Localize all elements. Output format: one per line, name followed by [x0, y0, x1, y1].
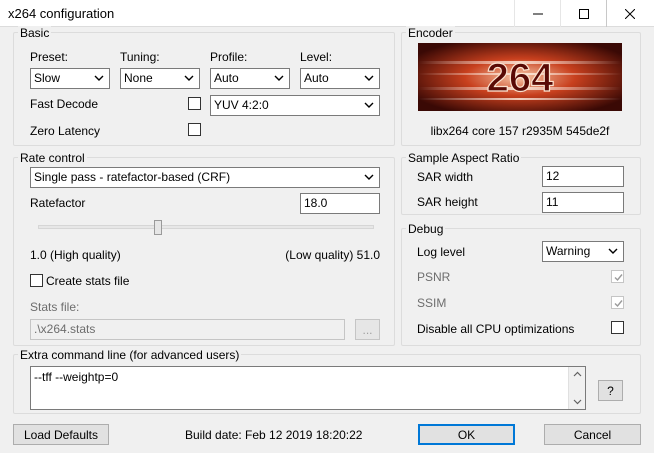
colorspace-value: YUV 4:2:0 — [214, 98, 269, 112]
zero-latency-checkbox[interactable] — [188, 123, 201, 136]
ssim-label: SSIM — [417, 296, 447, 310]
fast-decode-label: Fast Decode — [30, 97, 99, 111]
extra-cmdline-value: --tff --weightp=0 — [34, 370, 119, 384]
psnr-label: PSNR — [417, 270, 451, 284]
stats-file-label: Stats file: — [30, 300, 80, 314]
profile-label: Profile: — [210, 50, 248, 64]
chevron-down-icon — [364, 75, 374, 81]
disable-cpu-label: Disable all CPU optimizations — [417, 322, 575, 336]
build-date: Build date: Feb 12 2019 18:20:22 — [185, 428, 363, 442]
psnr-checkbox[interactable] — [611, 270, 624, 283]
log-level-value: Warning — [546, 244, 591, 258]
tuning-label: Tuning: — [120, 50, 160, 64]
ratefactor-min-label: 1.0 (High quality) — [30, 248, 121, 262]
debug-group-title: Debug — [406, 222, 446, 236]
rate-mode-select[interactable]: Single pass - ratefactor-based (CRF) — [30, 167, 380, 188]
close-button[interactable] — [606, 0, 652, 27]
chevron-down-icon — [184, 75, 194, 81]
chevron-down-icon — [364, 102, 374, 108]
close-icon — [624, 8, 635, 19]
profile-select[interactable]: Auto — [210, 68, 290, 89]
sar-group-title: Sample Aspect Ratio — [406, 151, 522, 165]
help-button[interactable]: ? — [598, 380, 623, 401]
window-title: x264 configuration — [8, 6, 115, 21]
encoder-version: libx264 core 157 r2935M 545de2f — [430, 124, 610, 138]
ratefactor-label: Ratefactor — [30, 196, 86, 210]
extra-cmdline-group-title: Extra command line (for advanced users) — [18, 348, 242, 362]
log-level-label: Log level — [417, 245, 466, 259]
minimize-button[interactable] — [514, 0, 560, 27]
chevron-down-icon — [94, 75, 104, 81]
fast-decode-checkbox[interactable] — [188, 97, 201, 110]
level-label: Level: — [300, 50, 333, 64]
maximize-button[interactable] — [560, 0, 606, 27]
title-bar: x264 configuration — [0, 0, 654, 27]
preset-label: Preset: — [30, 50, 69, 64]
level-select[interactable]: Auto — [300, 68, 380, 89]
x264-logo: 264 — [418, 43, 622, 111]
slider-track — [38, 225, 374, 229]
chevron-down-icon — [364, 174, 374, 180]
zero-latency-label: Zero Latency — [30, 124, 101, 138]
sar-height-label: SAR height — [417, 195, 478, 209]
tuning-select[interactable]: None — [120, 68, 200, 89]
level-value: Auto — [304, 71, 329, 85]
scroll-up-icon[interactable] — [573, 371, 582, 377]
rate-control-group-title: Rate control — [18, 151, 87, 165]
logo-text: 264 — [487, 56, 554, 100]
ratefactor-slider[interactable] — [38, 220, 374, 236]
scroll-down-icon[interactable] — [573, 399, 582, 405]
load-defaults-button[interactable]: Load Defaults — [13, 424, 109, 445]
slider-thumb[interactable] — [154, 220, 162, 235]
sar-height-input[interactable]: 11 — [542, 192, 624, 213]
preset-value: Slow — [34, 71, 61, 85]
extra-cmdline-textarea[interactable]: --tff --weightp=0 — [30, 366, 586, 410]
maximize-icon — [578, 8, 589, 19]
chevron-down-icon — [608, 248, 618, 254]
preset-select[interactable]: Slow — [30, 68, 110, 89]
sar-width-label: SAR width — [417, 170, 474, 184]
profile-value: Auto — [214, 71, 239, 85]
colorspace-select[interactable]: YUV 4:2:0 — [210, 95, 380, 116]
chevron-down-icon — [274, 75, 284, 81]
ratefactor-max-label: (Low quality) 51.0 — [285, 248, 380, 262]
create-stats-label[interactable]: Create stats file — [46, 274, 129, 288]
cancel-button[interactable]: Cancel — [544, 424, 641, 445]
log-level-select[interactable]: Warning — [542, 241, 624, 262]
x264-logo-image: 264 — [418, 43, 622, 111]
encoder-group-title: Encoder — [406, 26, 455, 40]
textarea-scrollbar[interactable] — [568, 367, 585, 409]
ssim-checkbox[interactable] — [611, 296, 624, 309]
basic-group-title: Basic — [18, 26, 52, 40]
browse-button[interactable]: ... — [355, 319, 380, 340]
tuning-value: None — [124, 71, 153, 85]
minimize-icon — [532, 13, 543, 14]
disable-cpu-checkbox[interactable] — [611, 321, 624, 334]
ratefactor-input[interactable]: 18.0 — [300, 193, 380, 214]
sar-width-input[interactable]: 12 — [542, 166, 624, 187]
ok-button[interactable]: OK — [418, 424, 515, 445]
stats-file-input[interactable]: .\x264.stats — [30, 319, 345, 340]
checkmark-icon — [614, 300, 623, 308]
rate-mode-value: Single pass - ratefactor-based (CRF) — [34, 170, 231, 184]
checkmark-icon — [614, 274, 623, 282]
create-stats-checkbox[interactable] — [30, 274, 43, 287]
